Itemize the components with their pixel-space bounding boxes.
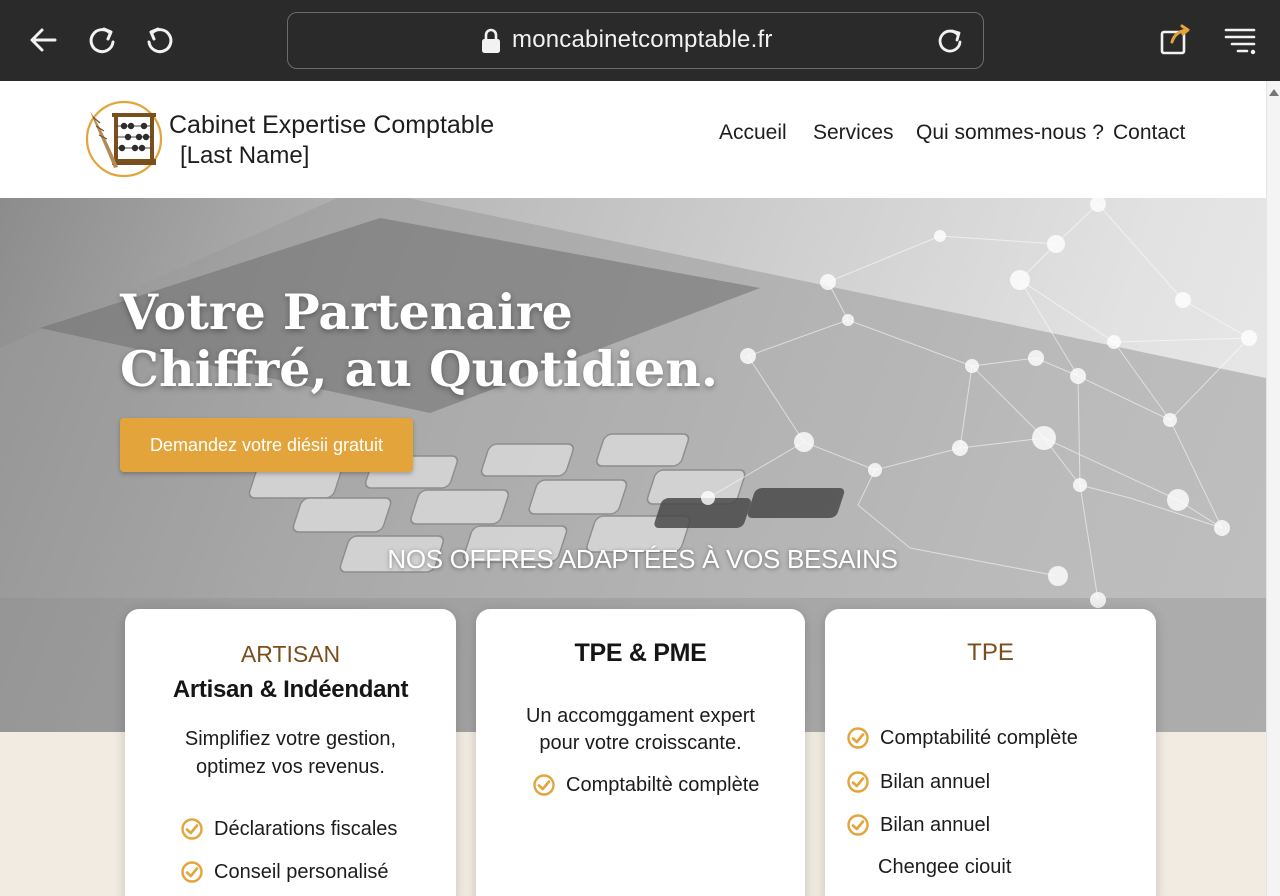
address-bar[interactable]: moncabinetcomptable.fr: [287, 12, 984, 69]
offer-card-tpe-pme[interactable]: TPE & PME Un accomggament expert pour vo…: [476, 609, 805, 896]
undo-button[interactable]: [140, 20, 180, 60]
feature-item: Chengee ciouit: [878, 856, 1011, 879]
offer-card-artisan[interactable]: ARTISAN Artisan & Indéendant Simplifiez …: [125, 609, 456, 896]
feature-item: Déclarations fiscales: [180, 817, 397, 841]
hero-title: Votre Partenaire Chiffré, au Quotidien.: [120, 284, 718, 398]
undo-icon: [147, 27, 173, 54]
scrollbar[interactable]: [1266, 81, 1280, 896]
nav-qui-sommes-nous[interactable]: Qui sommes-nous ?: [916, 121, 1104, 145]
browser-toolbar: moncabinetcomptable.fr: [0, 0, 1280, 81]
feature-label: Comptabiltè complète: [566, 773, 760, 796]
check-circle-icon: [847, 727, 869, 749]
abacus-logo-icon[interactable]: [84, 99, 164, 179]
brand-name[interactable]: Cabinet Expertise Comptable: [169, 111, 494, 140]
card-description-line2: pour votre croisscante.: [539, 732, 742, 754]
feature-label: Bilan annuel: [880, 770, 991, 793]
offer-card-tpe[interactable]: TPE Comptabilité complète Bilan annuel B…: [825, 609, 1156, 896]
redo-icon: [89, 27, 115, 54]
card-title: TPE & PME: [574, 639, 707, 667]
check-circle-icon: [181, 861, 203, 883]
check-circle-icon: [181, 818, 203, 840]
feature-item: Bilan annuel: [846, 770, 990, 794]
nav-services[interactable]: Services: [813, 121, 894, 145]
feature-label: Bilan annuel: [880, 813, 991, 836]
feature-label: Déclarations fiscales: [214, 817, 398, 840]
reload-icon[interactable]: [934, 25, 966, 57]
check-circle-icon: [533, 774, 555, 796]
check-circle-icon: [847, 814, 869, 836]
hero-title-line1: Votre Partenaire: [120, 283, 573, 341]
feature-item: Conseil personalisé: [180, 860, 389, 884]
feature-label: Chengee ciouit: [878, 856, 1012, 878]
url-text[interactable]: moncabinetcomptable.fr: [512, 26, 773, 54]
check-circle-icon: [847, 771, 869, 793]
card-description-line1: Simplifiez votre gestion,: [184, 728, 397, 750]
card-description-line2: optimez vos revenus.: [196, 756, 385, 778]
offers-section-title: NOS OFFRES ADAPTÉES À VOS BESAINS: [387, 544, 898, 574]
feature-item: Comptabiltè complète: [532, 773, 759, 797]
scroll-up-arrow-icon[interactable]: [1269, 89, 1279, 96]
back-button[interactable]: [24, 20, 64, 60]
site-header: Cabinet Expertise Comptable [Last Name] …: [0, 81, 1266, 198]
feature-item: Comptabilité complète: [846, 726, 1078, 750]
request-quote-button[interactable]: Demandez votre diésii gratuit: [120, 418, 413, 472]
brand-subtitle: [Last Name]: [180, 142, 310, 169]
nav-accueil[interactable]: Accueil: [719, 121, 787, 145]
card-eyebrow: TPE: [967, 639, 1014, 666]
card-description-line1: Un accomggament expert: [525, 705, 755, 727]
card-eyebrow: ARTISAN: [240, 641, 341, 667]
hero-title-line2: Chiffré, au Quotidien.: [120, 340, 718, 398]
share-icon: [1160, 24, 1190, 55]
share-button[interactable]: [1154, 20, 1194, 60]
redo-button[interactable]: [82, 20, 122, 60]
filter-menu-icon: [1224, 28, 1256, 55]
feature-item: Bilan annuel: [846, 813, 990, 837]
menu-button[interactable]: [1220, 20, 1260, 60]
card-title: Artisan & Indéendant: [172, 676, 409, 703]
feature-label: Conseil personalisé: [214, 860, 389, 883]
lock-icon: [482, 28, 500, 53]
nav-contact[interactable]: Contact: [1113, 121, 1185, 145]
arrow-left-icon: [30, 28, 57, 52]
feature-label: Comptabilité complète: [880, 726, 1078, 749]
